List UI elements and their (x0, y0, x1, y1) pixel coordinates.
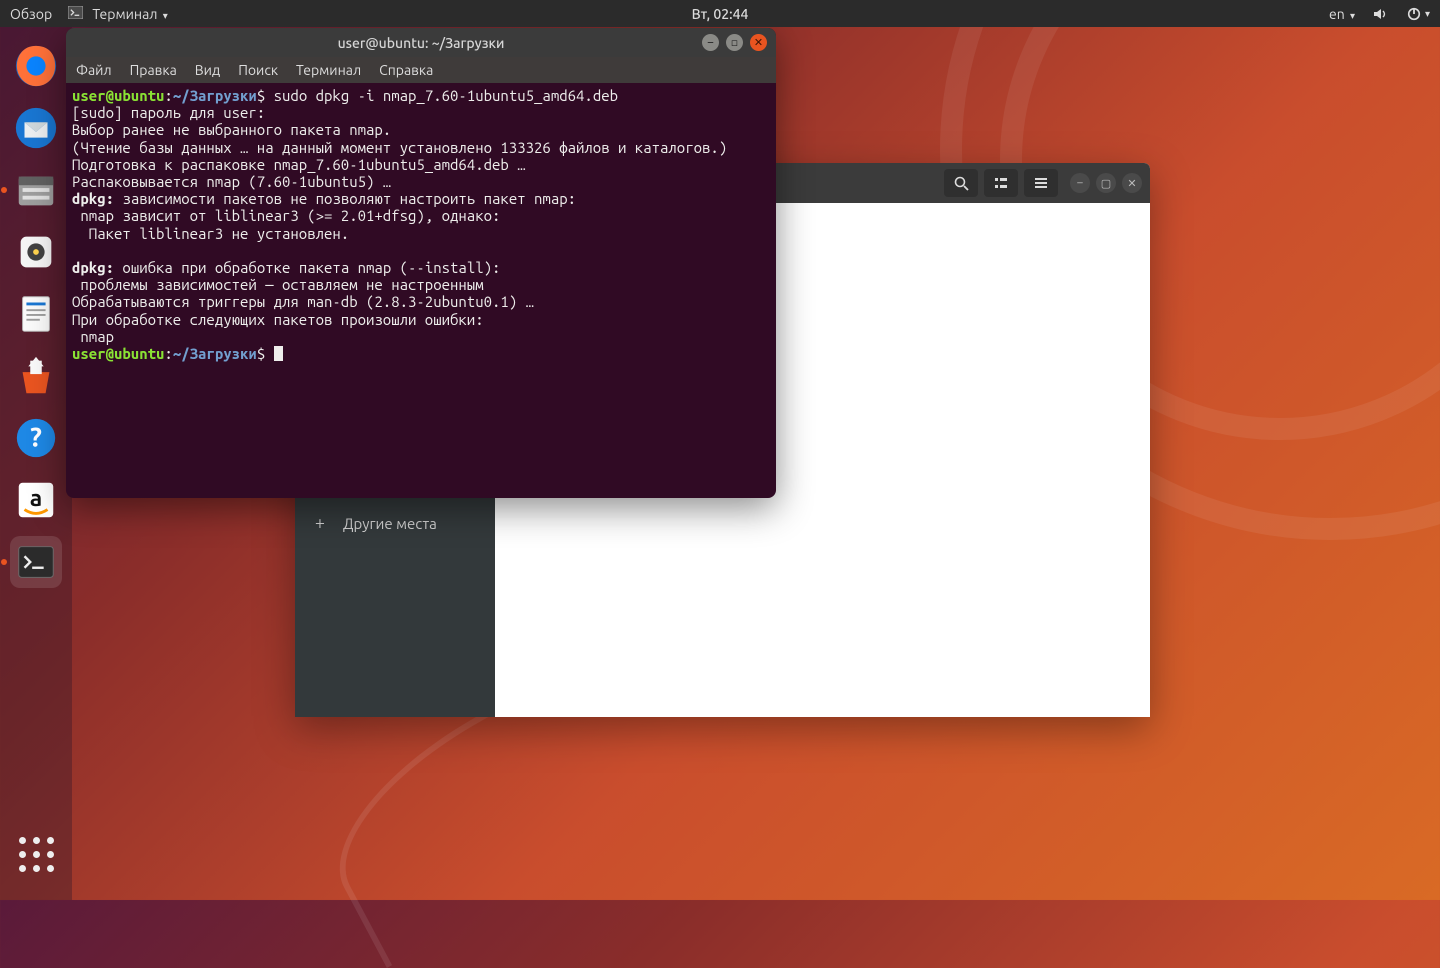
output-line: Подготовка к распаковке nmap_7.60-1ubunt… (72, 156, 526, 173)
hamburger-menu-button[interactable] (1024, 169, 1058, 197)
menu-terminal[interactable]: Терминал (296, 62, 361, 78)
prompt-path: ~/Загрузки (173, 87, 257, 104)
sidebar-other-locations[interactable]: + Другие места (295, 503, 495, 543)
chevron-down-icon: ▾ (1350, 10, 1355, 21)
input-source-indicator[interactable]: en ▾ (1329, 6, 1355, 22)
prompt-dollar: $ (257, 87, 265, 104)
lang-label: en (1329, 6, 1345, 22)
files-close-button[interactable]: ✕ (1122, 173, 1142, 193)
menu-search[interactable]: Поиск (238, 62, 278, 78)
running-indicator (1, 559, 7, 565)
prompt-dollar: $ (257, 345, 265, 362)
svg-text:a: a (30, 486, 43, 511)
output-line: dpkg: (72, 259, 114, 276)
terminal-icon (68, 6, 83, 19)
chevron-down-icon: ▾ (1425, 8, 1430, 20)
menu-file[interactable]: Файл (76, 62, 112, 78)
prompt-sep: : (164, 87, 172, 104)
dock-help[interactable]: ? (10, 412, 62, 464)
power-icon[interactable]: ▾ (1407, 7, 1430, 21)
prompt-userhost: user@ubuntu (72, 345, 164, 362)
prompt-sep: : (164, 345, 172, 362)
output-line: [sudo] пароль для user: (72, 104, 265, 121)
svg-text:?: ? (30, 423, 42, 453)
search-button[interactable] (944, 169, 978, 197)
dock-terminal[interactable] (10, 536, 62, 588)
terminal-titlebar[interactable]: user@ubuntu: ~/Загрузки – ▫ ✕ (66, 28, 776, 57)
close-button[interactable]: ✕ (750, 34, 767, 51)
plus-icon: + (311, 513, 329, 533)
dock-firefox[interactable] (10, 40, 62, 92)
menu-help[interactable]: Справка (379, 62, 433, 78)
window-title: user@ubuntu: ~/Загрузки (338, 35, 505, 51)
top-panel: Обзор Терминал ▾ Вт, 02:44 en ▾ ▾ (0, 0, 1440, 27)
app-menu-label: Терминал (92, 6, 157, 22)
files-maximize-button[interactable]: ▢ (1096, 173, 1116, 193)
dock-files[interactable] (10, 164, 62, 216)
dock-software[interactable] (10, 350, 62, 402)
app-menu[interactable]: Терминал ▾ (68, 6, 168, 22)
output-line: При обработке следующих пакетов произошл… (72, 311, 484, 328)
output-line: Обрабатываются триггеры для man-db (2.8.… (72, 293, 534, 310)
volume-icon[interactable] (1373, 7, 1389, 21)
output-line: Пакет liblinear3 не установлен. (72, 225, 349, 242)
output-line: Выбор ранее не выбранного пакета nmap. (72, 121, 391, 138)
chevron-down-icon: ▾ (163, 10, 168, 21)
menu-edit[interactable]: Правка (130, 62, 177, 78)
terminal-output[interactable]: user@ubuntu:~/Загрузки$ sudo dpkg -i nma… (66, 83, 776, 498)
sidebar-item-label: Другие места (343, 515, 437, 532)
output-line: nmap зависит от liblinear3 (>= 2.01+dfsg… (72, 207, 500, 224)
activities-button[interactable]: Обзор (10, 6, 52, 22)
output-line: ошибка при обработке пакета nmap (--inst… (114, 259, 500, 276)
minimize-button[interactable]: – (702, 34, 719, 51)
launcher-dock: ? a (0, 27, 72, 900)
view-list-button[interactable] (984, 169, 1018, 197)
output-line: Распаковывается nmap (7.60-1ubuntu5) … (72, 173, 391, 190)
files-minimize-button[interactable]: – (1070, 173, 1090, 193)
output-line: nmap (72, 328, 114, 345)
running-indicator (1, 187, 7, 193)
dock-thunderbird[interactable] (10, 102, 62, 154)
maximize-button[interactable]: ▫ (726, 34, 743, 51)
output-line: (Чтение базы данных … на данный момент у… (72, 139, 727, 156)
terminal-menubar: Файл Правка Вид Поиск Терминал Справка (66, 57, 776, 83)
menu-view[interactable]: Вид (195, 62, 220, 78)
output-line: dpkg: (72, 190, 114, 207)
command-text: sudo dpkg -i nmap_7.60-1ubuntu5_amd64.de… (265, 87, 618, 104)
prompt-userhost: user@ubuntu (72, 87, 164, 104)
dock-writer[interactable] (10, 288, 62, 340)
prompt-path: ~/Загрузки (173, 345, 257, 362)
output-line: зависимости пакетов не позволяют настрои… (114, 190, 576, 207)
output-line: проблемы зависимостей — оставляем не нас… (72, 276, 484, 293)
cursor (274, 346, 283, 361)
dock-rhythmbox[interactable] (10, 226, 62, 278)
dock-amazon[interactable]: a (10, 474, 62, 526)
clock[interactable]: Вт, 02:44 (692, 6, 749, 22)
terminal-window[interactable]: user@ubuntu: ~/Загрузки – ▫ ✕ Файл Правк… (66, 28, 776, 498)
show-apps-button[interactable] (10, 828, 62, 880)
